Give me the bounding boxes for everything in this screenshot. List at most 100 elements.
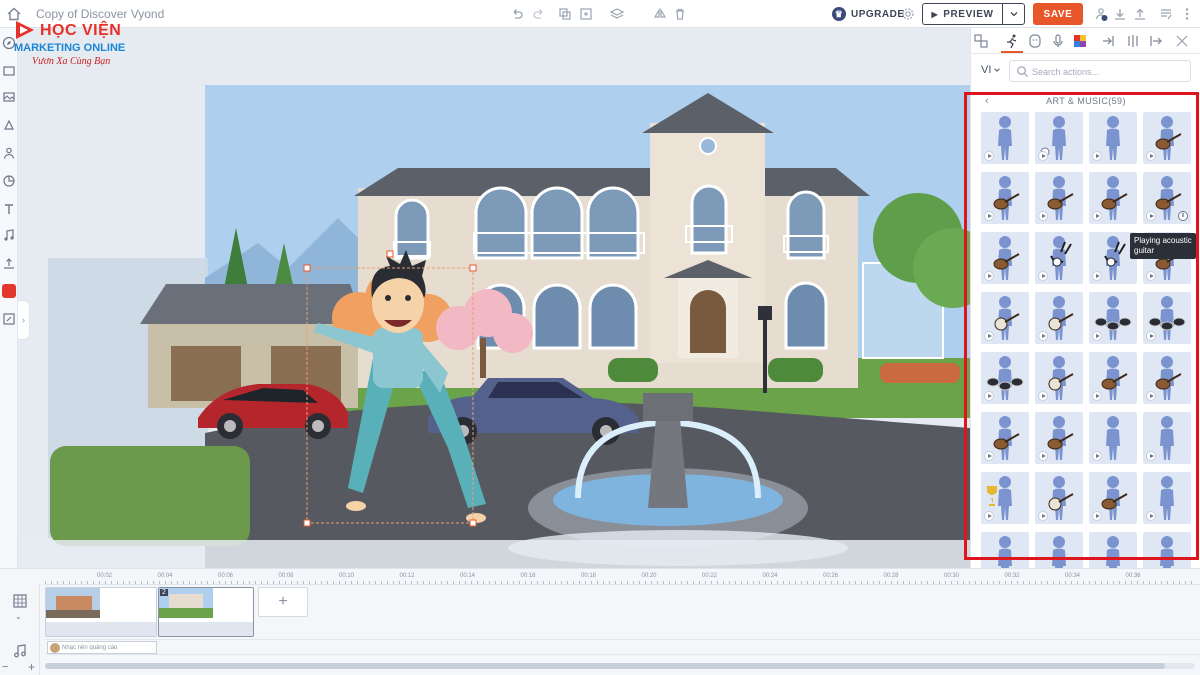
tab-color-icon[interactable]: [1072, 33, 1088, 49]
action-thumbnail[interactable]: [981, 532, 1029, 568]
scene-clip-2[interactable]: 2: [158, 587, 254, 637]
tab-motion-icon[interactable]: [1125, 33, 1141, 49]
trash-icon[interactable]: [672, 6, 688, 22]
action-thumbnail[interactable]: [981, 232, 1029, 284]
action-thumbnail[interactable]: [1143, 292, 1191, 344]
copy-icon[interactable]: [557, 6, 573, 22]
gear-icon[interactable]: [900, 6, 916, 22]
action-thumbnail[interactable]: [1143, 112, 1191, 164]
play-preview-icon[interactable]: [1092, 211, 1102, 221]
tab-exit-effect-icon[interactable]: [1148, 33, 1164, 49]
zoom-out-button[interactable]: −: [2, 661, 8, 673]
play-preview-icon[interactable]: [1092, 511, 1102, 521]
more-options-icon[interactable]: [1179, 6, 1195, 22]
action-thumbnail[interactable]: [981, 292, 1029, 344]
action-thumbnail[interactable]: [1035, 412, 1083, 464]
preview-options-button[interactable]: [1002, 3, 1025, 25]
chevron-down-icon[interactable]: ⌄: [15, 612, 22, 621]
action-thumbnail[interactable]: [1143, 412, 1191, 464]
play-preview-icon[interactable]: [1038, 271, 1048, 281]
save-button[interactable]: SAVE: [1033, 3, 1083, 25]
scene-clip-1[interactable]: [45, 587, 157, 637]
search-input[interactable]: [1032, 64, 1182, 79]
share-users-icon[interactable]: [1093, 6, 1109, 22]
action-thumbnail[interactable]: [981, 472, 1029, 524]
action-thumbnail[interactable]: [1035, 292, 1083, 344]
play-preview-icon[interactable]: [1092, 151, 1102, 161]
play-preview-icon[interactable]: [1038, 151, 1048, 161]
download-icon[interactable]: [1112, 6, 1128, 22]
plugin-badge-icon[interactable]: [2, 284, 16, 298]
action-thumbnail[interactable]: i: [1143, 172, 1191, 224]
info-icon[interactable]: i: [1178, 211, 1188, 221]
play-preview-icon[interactable]: [1146, 271, 1156, 281]
tab-actions-running-icon[interactable]: [1004, 33, 1020, 49]
audio-track-icon[interactable]: [12, 643, 28, 659]
play-preview-icon[interactable]: [1146, 151, 1156, 161]
action-thumbnail[interactable]: [981, 172, 1029, 224]
action-thumbnail[interactable]: [1143, 532, 1191, 568]
action-thumbnail[interactable]: [1089, 172, 1137, 224]
expand-panel-button[interactable]: ›: [18, 300, 30, 340]
action-thumbnail[interactable]: [1143, 352, 1191, 404]
action-thumbnail[interactable]: [981, 112, 1029, 164]
chart-icon[interactable]: [2, 174, 16, 188]
swap-icon[interactable]: [973, 33, 989, 49]
action-thumbnail[interactable]: [981, 352, 1029, 404]
timeline-scrollbar[interactable]: [45, 663, 1195, 669]
upgrade-button[interactable]: ♛ UPGRADE: [832, 5, 905, 23]
play-preview-icon[interactable]: [1038, 391, 1048, 401]
play-preview-icon[interactable]: [1038, 211, 1048, 221]
play-preview-icon[interactable]: [1092, 391, 1102, 401]
play-preview-icon[interactable]: [1038, 331, 1048, 341]
audio-clip[interactable]: Nhạc nền quảng cáo: [47, 641, 157, 654]
layers-icon[interactable]: [609, 6, 625, 22]
scrollbar-thumb[interactable]: [45, 663, 1165, 669]
tab-enter-effect-icon[interactable]: [1101, 33, 1117, 49]
background-icon[interactable]: [2, 90, 16, 104]
action-thumbnail[interactable]: [1089, 472, 1137, 524]
action-thumbnail[interactable]: [1035, 472, 1083, 524]
scene-canvas[interactable]: [18, 28, 970, 568]
notes-icon[interactable]: [1158, 6, 1174, 22]
film-icon[interactable]: [12, 593, 28, 609]
tab-more-icon[interactable]: [1174, 33, 1190, 49]
action-thumbnail[interactable]: [1035, 112, 1083, 164]
play-preview-icon[interactable]: [984, 391, 994, 401]
play-preview-icon[interactable]: [984, 151, 994, 161]
play-preview-icon[interactable]: [1092, 451, 1102, 461]
action-thumbnail[interactable]: [1035, 352, 1083, 404]
upload-icon[interactable]: [1132, 6, 1148, 22]
preview-button[interactable]: ▶ PREVIEW: [922, 3, 1002, 25]
add-scene-button[interactable]: +: [258, 587, 308, 617]
music-icon[interactable]: [2, 228, 16, 242]
action-thumbnail[interactable]: [1089, 112, 1137, 164]
play-preview-icon[interactable]: [1092, 271, 1102, 281]
play-preview-icon[interactable]: [1146, 451, 1156, 461]
redo-icon[interactable]: [531, 6, 547, 22]
play-preview-icon[interactable]: [984, 451, 994, 461]
play-preview-icon[interactable]: [1146, 211, 1156, 221]
play-preview-icon[interactable]: [984, 271, 994, 281]
paste-icon[interactable]: [578, 6, 594, 22]
props-icon[interactable]: [2, 118, 16, 132]
play-preview-icon[interactable]: [984, 211, 994, 221]
character-icon[interactable]: [2, 146, 16, 160]
action-thumbnail[interactable]: [1035, 172, 1083, 224]
play-preview-icon[interactable]: [1146, 391, 1156, 401]
zoom-in-button[interactable]: +: [28, 660, 35, 674]
action-thumbnail[interactable]: [981, 412, 1029, 464]
stage-area[interactable]: [18, 28, 970, 568]
play-preview-icon[interactable]: [984, 511, 994, 521]
action-thumbnail[interactable]: [1089, 532, 1137, 568]
action-thumbnail[interactable]: [1089, 352, 1137, 404]
action-thumbnail[interactable]: [1089, 412, 1137, 464]
image-edit-icon[interactable]: [2, 312, 16, 326]
text-icon[interactable]: [2, 202, 16, 216]
action-thumbnail[interactable]: [1035, 532, 1083, 568]
play-preview-icon[interactable]: [1146, 511, 1156, 521]
time-ruler[interactable]: 00:02 00:04 00:06 00:08 00:10 00:12 00:14 00:16…: [45, 569, 1200, 585]
tab-expression-icon[interactable]: [1027, 33, 1043, 49]
tab-microphone-icon[interactable]: [1050, 33, 1066, 49]
play-preview-icon[interactable]: [1038, 451, 1048, 461]
